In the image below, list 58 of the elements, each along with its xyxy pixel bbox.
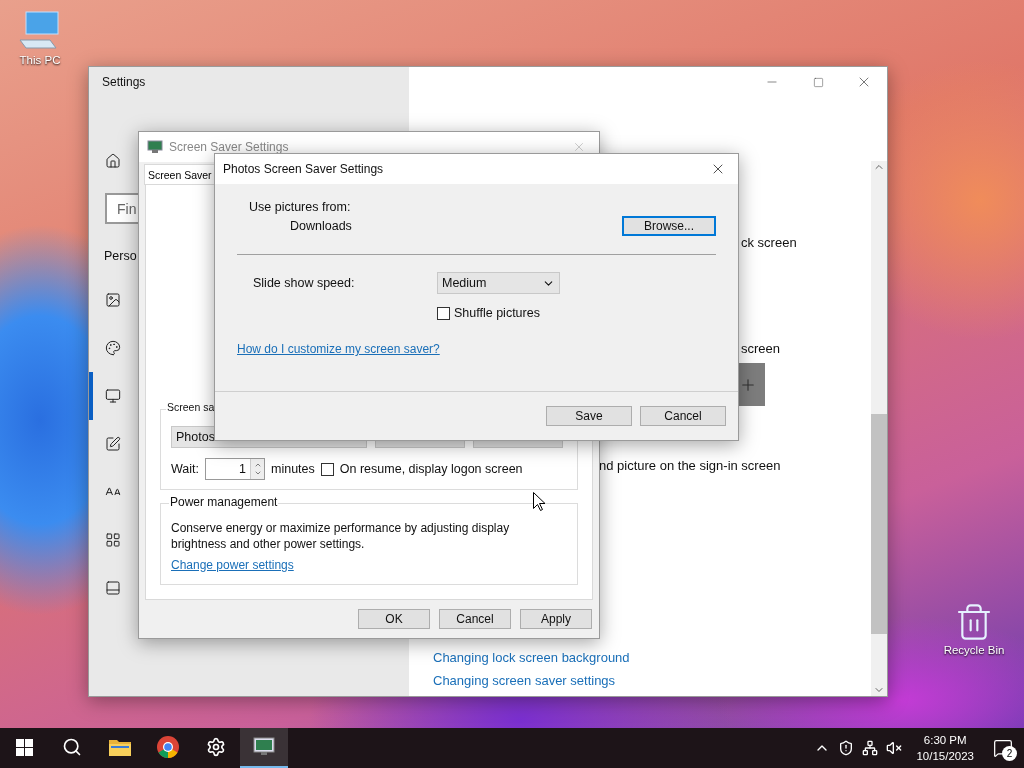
search-icon [62, 737, 82, 757]
dialog-button[interactable]: Save [546, 406, 632, 426]
monitor-icon [105, 388, 121, 404]
home-icon [105, 153, 121, 169]
settings-icon [206, 737, 226, 757]
monitor-icon [147, 140, 163, 154]
picture-icon [105, 292, 121, 308]
maximize-icon [812, 76, 824, 88]
help-link[interactable]: Changing screen saver settings [433, 673, 871, 688]
speaker-icon[interactable] [886, 740, 903, 756]
setting-text: screen [741, 341, 782, 356]
dialog-title: Screen Saver Settings [169, 140, 290, 154]
power-settings-link[interactable]: Change power settings [171, 557, 567, 572]
field-label: Slide show speed: [253, 276, 356, 290]
notification-count: 2 [1002, 746, 1017, 761]
help-link[interactable]: Changing lock screen background [433, 650, 871, 665]
wait-label: Wait: [171, 462, 199, 476]
dialog-button[interactable]: Cancel [439, 609, 511, 629]
speed-dropdown[interactable]: Medium [437, 272, 560, 294]
setting-text: nd picture on the sign-in screen [599, 458, 782, 473]
taskbar-icon [105, 580, 121, 596]
close-icon [572, 140, 586, 154]
field-label: Use pictures from: [249, 200, 352, 214]
network-icon[interactable] [862, 740, 879, 756]
desktop-icon-label[interactable]: Recycle Bin [943, 644, 1005, 656]
taskbar-button[interactable] [240, 728, 288, 768]
browser-icon [157, 736, 179, 758]
section-heading: Perso [104, 249, 137, 263]
notification-button[interactable]: 2 [988, 728, 1018, 768]
setting-text: ck screen [741, 235, 798, 250]
dialog-title: Photos Screen Saver Settings [223, 162, 385, 176]
wait-spinner[interactable]: 1 [205, 458, 265, 480]
mouse-pointer-icon [533, 492, 545, 511]
search-field[interactable]: Fin [105, 193, 139, 224]
pen-icon [105, 436, 121, 452]
dialog-button[interactable]: Cancel [640, 406, 726, 426]
browse-button[interactable]: Browse... [622, 216, 716, 236]
description-text: Conserve energy or maximize performance by adjusting display brightness and other power settings. [171, 519, 511, 552]
minutes-label: minutes [271, 462, 315, 476]
folder-icon [109, 738, 131, 756]
dialog-button[interactable]: OK [358, 609, 430, 629]
checkbox[interactable] [437, 306, 450, 320]
grid-icon [105, 532, 121, 548]
clock[interactable]: 6:30 PM 10/15/2023 [910, 732, 980, 764]
group-label: Screen sa [166, 401, 216, 413]
windows-logo-icon [15, 738, 33, 756]
shield-icon[interactable] [838, 740, 855, 756]
checkbox-label: Shuffle pictures [454, 306, 540, 320]
checkbox-label: On resume, display logon screen [339, 462, 523, 476]
add-tile[interactable] [739, 363, 765, 406]
monitor-icon [253, 737, 275, 757]
folder-name: Downloads [290, 219, 352, 233]
dialog-button[interactable]: Apply [520, 609, 592, 629]
group-label: Power management [169, 494, 279, 509]
palette-icon [105, 340, 121, 356]
help-link[interactable]: How do I customize my screen saver? [237, 342, 716, 356]
window-title: Settings [101, 74, 147, 91]
checkbox[interactable] [320, 462, 334, 476]
